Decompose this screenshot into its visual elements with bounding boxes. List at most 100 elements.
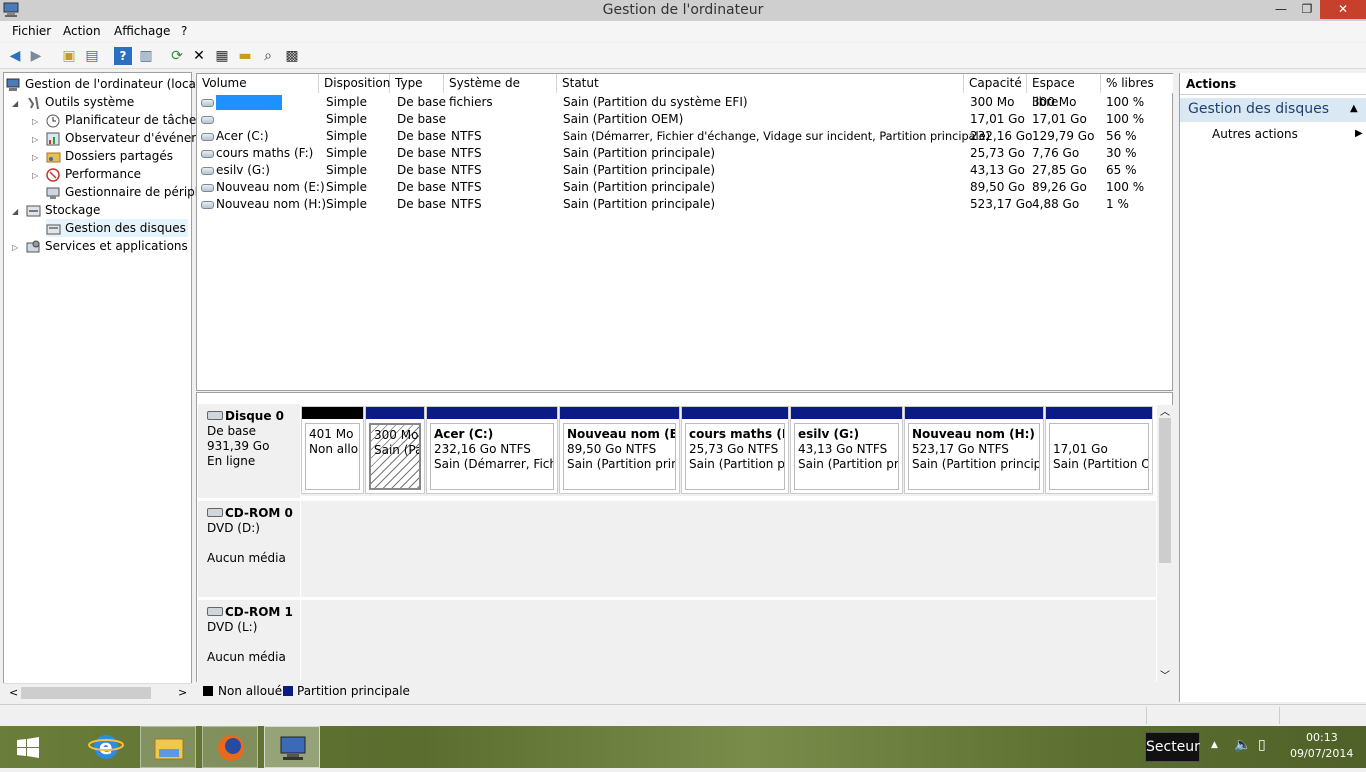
cdrom0-label[interactable]: CD-ROM 0 DVD (D:) Aucun média [198,501,300,597]
expanded-arrow-icon[interactable]: ◢ [12,203,22,221]
partition-nouveau-e[interactable]: Nouveau nom (E:) 89,50 Go NTFS Sain (Parti… [559,406,680,494]
folder-up-icon[interactable]: ▣ [60,47,78,65]
col-filesystem[interactable]: Système de fichiers [444,74,557,109]
tree-stockage[interactable]: ◢ Stockage [12,201,100,219]
part-size: 17,01 Go [1053,442,1108,456]
menu-fichier[interactable]: Fichier [12,24,51,38]
menu-affichage[interactable]: Affichage [114,24,170,38]
pct-cell: 30 % [1106,146,1137,160]
table-row[interactable]: Nouveau nom (E:) Simple De base NTFS Sai… [197,179,1172,196]
free-cell: 129,79 Go [1032,129,1095,143]
col-status[interactable]: Statut [557,74,964,93]
tree-outils-systeme[interactable]: ◢ Outils système [12,93,134,111]
col-free[interactable]: Espace libre [1027,74,1101,109]
capacity-cell: 17,01 Go [970,112,1025,126]
status-cell: Sain (Partition du système EFI) [563,95,748,109]
tree-planificateur[interactable]: ▷ Planificateur de tâches [32,111,203,129]
cd-drive-icon [207,607,223,616]
col-volume[interactable]: Volume [197,74,319,93]
pct-cell: 100 % [1106,112,1145,126]
toolbar: ◀ ▶ ▣ ▤ ? ▥ ⟳ ✕ ▦ ▬ ⌕ ▩ [0,43,1366,69]
search-icon[interactable]: ⌕ [259,47,277,65]
collapsed-arrow-icon[interactable]: ▷ [32,167,42,185]
properties-icon[interactable]: ▦ [213,47,231,65]
battery-icon[interactable]: ▯ [1258,737,1266,753]
col-type[interactable]: Type [390,74,444,93]
tree-gestion-disques[interactable]: Gestion des disques [46,219,188,237]
tree-dossiers[interactable]: ▷ Dossiers partagés [32,147,173,165]
scroll-up-icon[interactable]: ︿ [1160,403,1170,418]
primary-bar [427,407,557,419]
scroll-thumb[interactable] [1159,418,1171,563]
disk0-label[interactable]: Disque 0 De base 931,39 Go En ligne [198,404,300,498]
part-status: Sain (Partition OE [1053,457,1149,471]
menu-action[interactable]: Action [63,24,101,38]
partition-unallocated[interactable]: 401 MoNon allou [301,406,364,494]
show-hidden-icons-icon[interactable]: ▲ [1211,740,1218,750]
partition-cours-maths-f[interactable]: cours maths (F:)25,73 Go NTFSSain (Parti… [681,406,789,494]
collapsed-arrow-icon[interactable]: ▷ [12,239,22,257]
col-pct[interactable]: % libres [1101,74,1173,93]
volume-icon[interactable]: 🔈 [1234,737,1251,753]
drive-icon [201,132,214,141]
start-button[interactable] [0,726,56,768]
menu-help[interactable]: ? [181,24,187,38]
table-row[interactable]: Acer (C:) Simple De base NTFS Sain (Déma… [197,128,1172,145]
partition-esilv-g[interactable]: esilv (G:) 43,13 Go NTFS Sain (Partition p… [790,406,903,494]
primary-bar [791,407,902,419]
primary-bar [682,407,788,419]
tree-gestionnaire[interactable]: Gestionnaire de périphé [46,183,210,201]
partition-acer-c[interactable]: Acer (C:) 232,16 Go NTFS Sain (Démarrer, F… [426,406,558,494]
forward-arrow-icon[interactable]: ▶ [27,47,45,65]
tree-root[interactable]: Gestion de l'ordinateur (local) [6,75,204,93]
cdrom0-area[interactable] [301,501,1156,597]
table-row[interactable]: Simple De base Sain (Partition OEM) 17,0… [197,111,1172,128]
ie-button[interactable]: e [78,726,134,768]
clock-date[interactable]: 09/07/2014 [1290,747,1353,760]
help-icon[interactable]: ? [114,47,132,65]
tree-services[interactable]: ▷ Services et applications [12,237,188,255]
table-row[interactable]: cours maths (F:) Simple De base NTFS Sai… [197,145,1172,162]
disk-vertical-scrollbar[interactable]: ︿ ﹀ [1157,405,1173,685]
firefox-button[interactable] [202,726,258,768]
status-panel [1146,707,1280,724]
tree-observateur[interactable]: ▷ Observateur d'événeme [32,129,210,147]
disk-properties-icon[interactable]: ▩ [283,47,301,65]
show-hide-tree-icon[interactable]: ▤ [83,47,101,65]
delete-icon[interactable]: ✕ [190,47,208,65]
partition-oem[interactable]: 17,01 Go Sain (Partition OE [1045,406,1153,494]
partition-efi[interactable]: 300 MoSain (Par [365,406,425,494]
partition-nouveau-h[interactable]: Nouveau nom (H:) 523,17 Go NTFS Sain (Part… [904,406,1044,494]
autres-actions-link[interactable]: Autres actions [1212,127,1298,141]
refresh-icon[interactable]: ⟳ [168,47,186,65]
col-disposition[interactable]: Disposition [319,74,390,93]
legend-unallocated: Non alloué [218,684,283,698]
table-row[interactable]: esilv (G:) Simple De base NTFS Sain (Par… [197,162,1172,179]
close-button[interactable]: ✕ [1320,0,1366,19]
submenu-arrow-icon[interactable]: ▶ [1355,128,1363,139]
table-row[interactable]: Nouveau nom (H:) Simple De base NTFS Sai… [197,196,1172,213]
scroll-left-icon[interactable]: < [9,686,18,699]
maximize-button[interactable]: ❐ [1293,0,1321,19]
minimize-button[interactable]: — [1267,0,1295,19]
collapse-arrow-icon[interactable]: ▲ [1350,103,1358,114]
tree-horizontal-scrollbar[interactable]: < > [3,683,192,702]
table-row[interactable]: Simple De base Sain (Partition du systèm… [197,94,1172,111]
computer-management-taskbar-button[interactable] [264,726,320,768]
scroll-thumb[interactable] [21,687,151,699]
language-indicator[interactable]: Secteur [1145,732,1200,762]
cdrom1-area[interactable] [301,600,1156,689]
cdrom0-drive: DVD (D:) [207,521,260,535]
tree-performance[interactable]: ▷ Performance [32,165,141,183]
scroll-down-icon[interactable]: ﹀ [1160,667,1170,682]
expanded-arrow-icon[interactable]: ◢ [12,95,22,113]
back-arrow-icon[interactable]: ◀ [6,47,24,65]
col-capacity[interactable]: Capacité [964,74,1027,93]
status-cell: Sain (Démarrer, Fichier d'échange, Vidag… [563,130,991,143]
scroll-right-icon[interactable]: > [178,686,187,699]
actions-section[interactable]: Gestion des disques ▲ [1180,98,1366,122]
explorer-button[interactable] [140,726,196,768]
show-hide-actions-icon[interactable]: ▥ [137,47,155,65]
clock-time[interactable]: 00:13 [1306,731,1338,744]
open-folder-icon[interactable]: ▬ [236,47,254,65]
